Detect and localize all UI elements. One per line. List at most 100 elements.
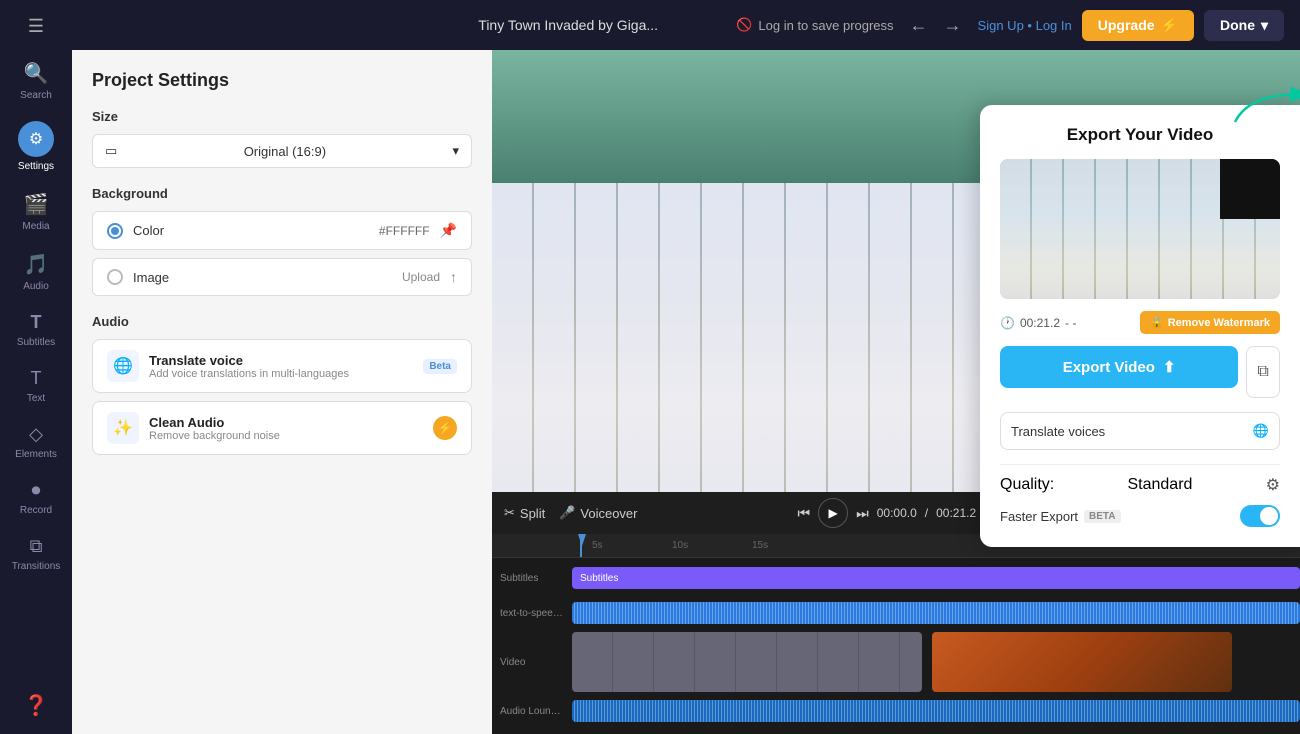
sidebar-item-audio[interactable]: 🎵 Audio xyxy=(0,244,72,300)
sparkle-icon: ✨ xyxy=(113,418,133,438)
size-select[interactable]: ▭ Original (16:9) ▾ xyxy=(92,134,472,168)
quality-settings-icon[interactable]: ⚙ xyxy=(1266,475,1280,495)
settings-panel-title: Project Settings xyxy=(92,70,472,91)
watermark-label: Remove Watermark xyxy=(1168,317,1270,329)
bg-image-option[interactable]: Image Upload ↑ xyxy=(92,258,472,296)
bg-color-option[interactable]: Color #FFFFFF 📌 xyxy=(92,211,472,250)
video-clip-2[interactable] xyxy=(932,632,1232,692)
topbar: Tiny Town Invaded by Giga... 🚫 Log in to… xyxy=(72,0,1300,50)
login-link[interactable]: Log In xyxy=(1036,18,1072,33)
subtitles-track-label: Subtitles xyxy=(492,573,572,584)
clean-audio-info: Clean Audio Remove background noise xyxy=(149,415,423,442)
play-button[interactable]: ▶ xyxy=(818,498,848,528)
sidebar-label-subtitles: Subtitles xyxy=(17,337,55,348)
translate-voices-button[interactable]: Translate voices 🌐 xyxy=(1000,412,1280,450)
chevron-down-icon: ▾ xyxy=(1261,17,1268,34)
cloud-icon: 🚫 xyxy=(736,17,752,33)
skip-forward-button[interactable]: ⏭ xyxy=(856,505,869,522)
clean-audio-card[interactable]: ✨ Clean Audio Remove background noise ⚡ xyxy=(92,401,472,455)
done-button[interactable]: Done ▾ xyxy=(1204,10,1284,41)
export-video-button[interactable]: Export Video ⬆ xyxy=(1000,346,1238,388)
export-button-row: Export Video ⬆ ⧉ xyxy=(1000,346,1280,398)
upgrade-label: Upgrade xyxy=(1098,17,1155,33)
export-duration: 🕐 00:21.2 - - xyxy=(1000,316,1076,330)
translate-voices-icon: 🌐 xyxy=(1253,423,1269,439)
mic-icon: 🎤 xyxy=(559,505,575,521)
quality-value: Standard xyxy=(1127,476,1192,494)
signup-login-text[interactable]: Sign Up • Log In xyxy=(978,18,1072,33)
voiceover-button[interactable]: 🎤 Voiceover xyxy=(559,505,637,521)
topbar-right: 🚫 Log in to save progress ← → Sign Up • … xyxy=(736,10,1284,41)
tts-audio-clip[interactable] xyxy=(572,602,1300,624)
skip-back-button[interactable]: ⏮ xyxy=(798,505,811,522)
faster-export-label: Faster Export BETA xyxy=(1000,509,1121,524)
sidebar-label-transitions: Transitions xyxy=(12,561,61,572)
sidebar-label-media: Media xyxy=(22,221,49,232)
music-track-content xyxy=(572,695,1300,727)
sidebar-item-media[interactable]: 🎬 Media xyxy=(0,184,72,240)
ruler-mark-0 xyxy=(508,540,588,551)
time-separator: / xyxy=(925,506,928,520)
video-track-content xyxy=(572,632,1300,692)
sidebar-item-elements[interactable]: ◇ Elements xyxy=(0,416,72,468)
settings-icon-circle: ⚙ xyxy=(18,121,54,157)
separator: • xyxy=(1027,18,1035,33)
sidebar-item-subtitles[interactable]: T Subtitles xyxy=(0,304,72,356)
upload-button[interactable]: Upload xyxy=(402,270,440,284)
clean-audio-upgrade-badge[interactable]: ⚡ xyxy=(433,416,457,440)
transitions-icon: ⧉ xyxy=(30,536,43,557)
translate-voice-card[interactable]: 🌐 Translate voice Add voice translations… xyxy=(92,339,472,393)
search-icon: 🔍 xyxy=(24,61,49,86)
chevron-down-icon: ▾ xyxy=(452,143,459,159)
sidebar-item-record[interactable]: ⏺ Record xyxy=(0,472,72,524)
undo-button[interactable]: ← xyxy=(904,13,934,38)
settings-icon: ⚙ xyxy=(29,129,43,149)
quality-label: Quality: xyxy=(1000,476,1054,494)
remove-watermark-button[interactable]: 🔒 Remove Watermark xyxy=(1140,311,1280,334)
clock-icon: 🕐 xyxy=(1000,316,1015,330)
sidebar-item-search[interactable]: 🔍 Search xyxy=(0,53,72,109)
export-panel: Export Your Video 🕐 00:21.2 - - 🔒 Remove… xyxy=(980,105,1300,547)
export-label: Export Video xyxy=(1063,359,1155,376)
upgrade-button[interactable]: Upgrade ⚡ xyxy=(1082,10,1194,41)
sidebar-label-search: Search xyxy=(20,90,52,101)
subtitles-clip[interactable]: Subtitles xyxy=(572,567,1300,589)
playhead-line xyxy=(580,534,582,557)
redo-button[interactable]: → xyxy=(938,13,968,38)
upload-pin-icon[interactable]: ↑ xyxy=(450,269,457,285)
translate-voice-name: Translate voice xyxy=(149,353,413,368)
sidebar-item-transitions[interactable]: ⧉ Transitions xyxy=(0,528,72,580)
pin-icon[interactable]: 📌 xyxy=(440,222,457,239)
voiceover-label: Voiceover xyxy=(580,506,637,521)
beta-badge: Beta xyxy=(423,359,457,374)
sidebar-item-help[interactable]: ❓ xyxy=(0,685,72,726)
video-clip-1[interactable] xyxy=(572,632,922,692)
music-audio-clip[interactable] xyxy=(572,700,1300,722)
ruler-mark-10s: 10s xyxy=(668,540,748,551)
scissors-icon: ✂ xyxy=(504,505,515,521)
translate-voices-row: Translate voices 🌐 xyxy=(1000,412,1280,450)
translate-voices-label: Translate voices xyxy=(1011,424,1105,439)
audio-icon: 🎵 xyxy=(24,252,49,277)
color-radio-btn[interactable] xyxy=(107,223,123,239)
project-title: Tiny Town Invaded by Giga... xyxy=(412,17,724,33)
sidebar-item-text[interactable]: T Text xyxy=(0,360,72,412)
faster-export-toggle[interactable] xyxy=(1240,505,1280,527)
background-section: Background Color #FFFFFF 📌 Image Upload … xyxy=(92,186,472,296)
video-track-row: Video xyxy=(492,632,1300,692)
split-button[interactable]: ✂ Split xyxy=(504,505,545,521)
audio-section-label: Audio xyxy=(92,314,472,329)
sidebar-item-settings[interactable]: ⚙ Settings xyxy=(0,113,72,180)
export-copy-button[interactable]: ⧉ xyxy=(1246,346,1280,398)
subtitles-track-content: Subtitles xyxy=(572,562,1300,594)
hamburger-icon[interactable]: ☰ xyxy=(28,16,44,37)
clean-audio-icon: ✨ xyxy=(107,412,139,444)
image-radio-btn[interactable] xyxy=(107,269,123,285)
translate-voice-desc: Add voice translations in multi-language… xyxy=(149,368,413,380)
sidebar-label-record: Record xyxy=(20,505,52,516)
signup-link[interactable]: Sign Up xyxy=(978,18,1024,33)
ruler-marks: 5s 10s 15s xyxy=(508,540,828,551)
content-area: Project Settings Size ▭ Original (16:9) … xyxy=(72,50,1300,734)
faster-export-text: Faster Export xyxy=(1000,509,1078,524)
tts-track-label: text-to-speech.mp3 xyxy=(492,608,572,619)
